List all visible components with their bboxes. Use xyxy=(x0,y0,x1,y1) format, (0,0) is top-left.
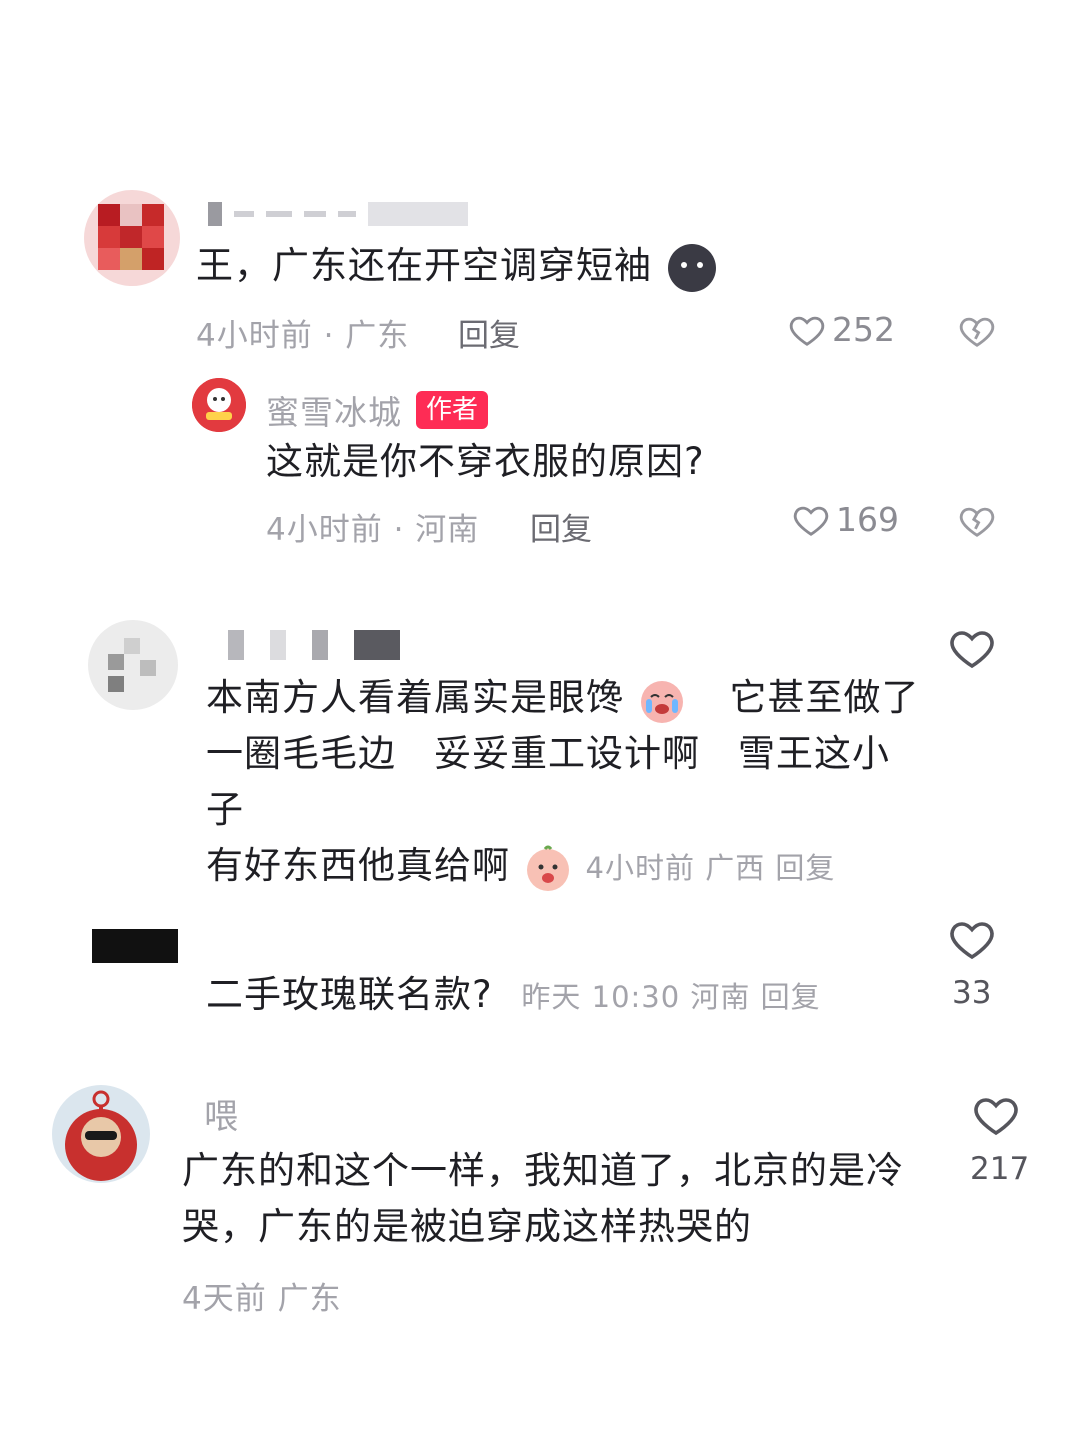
comment-meta: 4小时前 广西 回复 xyxy=(585,851,836,885)
reply-like-button[interactable]: 169 xyxy=(792,500,899,539)
comment-text-line: 一圈毛毛边 妥妥重工设计啊 雪王这小子 xyxy=(206,732,890,831)
like-count: 217 xyxy=(970,1151,1030,1187)
avatar-icon xyxy=(108,638,156,692)
username[interactable]: 喂 xyxy=(204,1089,239,1138)
reply-text: 这就是你不穿衣服的原因? xyxy=(266,440,705,483)
reply-button[interactable]: 回复 xyxy=(458,310,520,355)
user-avatar[interactable] xyxy=(88,620,178,710)
comment-text-line: 本南方人看着属实是眼馋 xyxy=(206,676,624,719)
comment-text: 本南方人看着属实是眼馋 它甚至做了 一圈毛毛边 妥妥重工设计啊 雪王这小子 有好… xyxy=(206,670,926,896)
comment-text: 二手玫瑰联名款? 昨天 10:30 河南 回复 xyxy=(206,967,821,1025)
broken-heart-icon xyxy=(959,507,995,537)
author-avatar[interactable] xyxy=(192,378,246,432)
crying-emoji-icon xyxy=(640,680,683,723)
user-avatar[interactable] xyxy=(92,929,178,963)
user-avatar[interactable] xyxy=(84,190,180,286)
snow-king-avatar-icon xyxy=(192,378,246,432)
username-blurred[interactable] xyxy=(228,630,400,660)
comment-text-line: 它甚至做了 xyxy=(729,676,920,719)
comment-text-line: 有好东西他真给啊 xyxy=(206,844,510,887)
comment-text-content: 二手玫瑰联名款? xyxy=(206,973,493,1016)
heart-icon xyxy=(950,922,994,960)
author-username[interactable]: 蜜雪冰城 xyxy=(266,386,402,434)
username-blurred[interactable] xyxy=(208,202,468,226)
like-count: 169 xyxy=(836,500,899,539)
dislike-button[interactable] xyxy=(958,312,996,354)
like-button[interactable] xyxy=(948,624,996,676)
reply-meta: 4小时前 · 河南 xyxy=(266,512,480,548)
comment-2: 本南方人看着属实是眼馋 它甚至做了 一圈毛毛边 妥妥重工设计啊 雪王这小子 有好… xyxy=(0,610,1080,891)
like-button[interactable] xyxy=(948,915,996,967)
comment-3: 33 二手玫瑰联名款? 昨天 10:30 河南 回复 xyxy=(0,905,1080,1045)
comment-text-line: 广东的和这个一样，我知道了，北京的是冷 xyxy=(182,1149,904,1192)
broken-heart-icon xyxy=(959,317,995,347)
comment-meta: 4天前 广东 xyxy=(182,1281,342,1317)
dark-face-emoji-icon xyxy=(667,243,716,292)
avatar-icon xyxy=(98,204,164,270)
teletubby-avatar-icon xyxy=(65,1090,137,1181)
heart-icon xyxy=(974,1098,1018,1136)
user-avatar[interactable] xyxy=(52,1085,150,1183)
comment-text: 王，广东还在开空调穿短袖 xyxy=(196,238,719,295)
comment-1: 王，广东还在开空调穿短袖 4小时前 · 广东 回复 252 蜜雪冰城 作者 这就… xyxy=(0,180,1080,560)
peach-face-emoji-icon xyxy=(526,845,569,891)
comment-meta: 昨天 10:30 河南 回复 xyxy=(521,980,821,1014)
like-button[interactable] xyxy=(972,1091,1020,1143)
comment-4: 喂 217 广东的和这个一样，我知道了，北京的是冷 哭，广东的是被迫穿成这样热哭… xyxy=(0,1085,1080,1325)
comment-text-content: 王，广东还在开空调穿短袖 xyxy=(196,244,652,287)
heart-icon xyxy=(950,631,994,669)
author-badge: 作者 xyxy=(416,391,489,429)
like-count: 252 xyxy=(832,310,895,349)
comment-text-line: 哭，广东的是被迫穿成这样热哭的 xyxy=(182,1205,752,1248)
reply-reply-button[interactable]: 回复 xyxy=(530,504,592,549)
like-count: 33 xyxy=(952,975,992,1011)
comment-meta: 4小时前 · 广东 xyxy=(196,318,410,354)
comment-text: 广东的和这个一样，我知道了，北京的是冷 哭，广东的是被迫穿成这样热哭的 xyxy=(182,1143,904,1255)
heart-icon xyxy=(789,316,825,346)
heart-icon xyxy=(793,506,829,536)
reply-dislike-button[interactable] xyxy=(958,502,996,544)
like-button[interactable]: 252 xyxy=(788,310,895,349)
